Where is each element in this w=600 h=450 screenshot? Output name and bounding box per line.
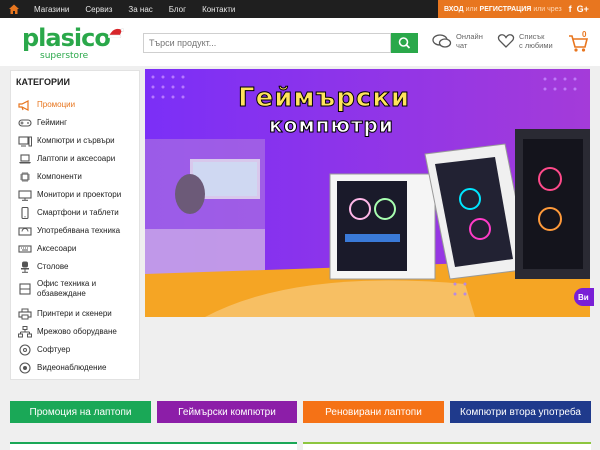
register-link[interactable]: РЕГИСТРАЦИЯ bbox=[480, 6, 532, 13]
sidebar-item-cctv[interactable]: Видеонаблюдение bbox=[17, 362, 106, 374]
top-nav: Магазини Сервиз За нас Блог Контакти bbox=[34, 0, 251, 18]
logo-main-text: plasico bbox=[22, 24, 111, 52]
online-chat[interactable]: Онлайн чат bbox=[432, 32, 483, 50]
nav-about[interactable]: За нас bbox=[128, 5, 152, 14]
sidebar-item-label: Компоненти bbox=[37, 172, 82, 181]
sidebar-item-label: Аксесоари bbox=[37, 244, 77, 253]
facebook-icon[interactable]: f bbox=[569, 4, 572, 14]
favorites-label-line2: с любими bbox=[519, 41, 553, 50]
promo-laptops-button[interactable]: Промоция на лаптопи bbox=[10, 401, 151, 423]
sidebar-item-used[interactable]: Употребявана техника bbox=[17, 225, 120, 237]
heart-icon bbox=[497, 34, 515, 48]
top-bar: Магазини Сервиз За нас Блог Контакти ВХО… bbox=[0, 0, 600, 18]
sidebar-item-printers[interactable]: Принтери и скенери bbox=[17, 308, 112, 320]
sidebar-item-label: Принтери и скенери bbox=[37, 309, 112, 318]
sidebar-item-gaming[interactable]: Гейминг bbox=[17, 117, 67, 129]
search-icon bbox=[398, 37, 411, 49]
content-card-right bbox=[303, 442, 591, 450]
desktop-icon bbox=[17, 135, 32, 147]
content-card-left bbox=[10, 442, 297, 450]
sidebar-item-network[interactable]: Мрежово оборудване bbox=[17, 326, 117, 338]
banner-title-line2: компютри bbox=[269, 113, 394, 138]
auth-bar: ВХОД или РЕГИСТРАЦИЯ или чрез f G+ bbox=[438, 0, 600, 18]
sidebar-item-label: Видеонаблюдение bbox=[37, 363, 107, 372]
chair-icon bbox=[17, 261, 32, 273]
smartphone-icon bbox=[17, 207, 32, 219]
sidebar-item-computers[interactable]: Компютри и сървъри bbox=[17, 135, 115, 147]
network-icon bbox=[17, 326, 32, 338]
banner-title-line1: Геймърски bbox=[237, 83, 411, 114]
category-sidebar: КАТЕГОРИИ Промоции Гейминг Компютри и съ… bbox=[10, 70, 140, 380]
gamepad-icon bbox=[17, 117, 32, 129]
sidebar-item-label: Офис техника и обзавеждане bbox=[37, 279, 97, 298]
banner-cta-button[interactable]: Ви bbox=[574, 288, 594, 306]
login-link[interactable]: ВХОД bbox=[444, 6, 464, 13]
promo-refurbished-laptops-button[interactable]: Реновирани лаптопи bbox=[303, 401, 444, 423]
header: plasico superstore Онлайн чат Списък с л bbox=[0, 18, 600, 66]
santa-hat-icon bbox=[108, 28, 124, 38]
auth-via-text: или чрез bbox=[533, 5, 562, 13]
keyboard-icon bbox=[17, 243, 32, 255]
favorites-label-line1: Списък bbox=[519, 32, 545, 41]
sidebar-item-label: Компютри и сървъри bbox=[37, 136, 115, 145]
sidebar-item-components[interactable]: Компоненти bbox=[17, 171, 82, 183]
sidebar-item-office[interactable]: Офис техника и обзавеждане bbox=[17, 279, 129, 299]
sidebar-item-label: Употребявана техника bbox=[37, 226, 121, 235]
nav-service[interactable]: Сервиз bbox=[85, 5, 112, 14]
printer-icon bbox=[17, 308, 32, 320]
site-logo[interactable]: plasico superstore bbox=[22, 24, 124, 64]
search-button[interactable] bbox=[391, 33, 418, 53]
sidebar-item-label: Лаптопи и аксесоари bbox=[37, 154, 116, 163]
megaphone-icon bbox=[17, 99, 32, 111]
chat-label-line2: чат bbox=[456, 41, 468, 50]
sidebar-item-label: Софтуер bbox=[37, 345, 71, 354]
google-plus-icon[interactable]: G+ bbox=[577, 4, 589, 14]
sidebar-item-label: Столове bbox=[37, 262, 69, 271]
nav-stores[interactable]: Магазини bbox=[34, 5, 69, 14]
sidebar-item-smartphones[interactable]: Смартфони и таблети bbox=[17, 207, 119, 219]
logo-sub-text: superstore bbox=[40, 51, 89, 61]
auth-or-text: или bbox=[465, 5, 478, 13]
sidebar-item-label: Монитори и проектори bbox=[37, 190, 122, 199]
sidebar-item-software[interactable]: Софтуер bbox=[17, 344, 70, 356]
sidebar-item-label: Промоции bbox=[37, 100, 76, 109]
home-icon[interactable] bbox=[7, 2, 21, 16]
nav-blog[interactable]: Блог bbox=[169, 5, 186, 14]
promo-gaming-pcs-button[interactable]: Геймърски компютри bbox=[157, 401, 297, 423]
hero-banner[interactable]: Геймърски компютри bbox=[145, 69, 590, 317]
sidebar-item-laptops[interactable]: Лаптопи и аксесоари bbox=[17, 153, 115, 165]
camera-icon bbox=[17, 362, 32, 374]
sidebar-item-label: Гейминг bbox=[37, 118, 68, 127]
recycle-icon bbox=[17, 225, 32, 237]
sidebar-item-promotions[interactable]: Промоции bbox=[17, 99, 75, 111]
sidebar-item-accessories[interactable]: Аксесоари bbox=[17, 243, 76, 255]
chat-label-line1: Онлайн bbox=[456, 32, 483, 41]
monitor-icon bbox=[17, 189, 32, 201]
laptop-icon bbox=[17, 153, 32, 165]
disc-icon bbox=[17, 344, 32, 356]
sidebar-item-chairs[interactable]: Столове bbox=[17, 261, 68, 273]
sidebar-item-label: Смартфони и таблети bbox=[37, 208, 119, 217]
search-input[interactable] bbox=[143, 33, 391, 53]
nav-contacts[interactable]: Контакти bbox=[202, 5, 235, 14]
favorites-list[interactable]: Списък с любими bbox=[497, 32, 553, 50]
chip-icon bbox=[17, 171, 32, 183]
sidebar-item-label: Мрежово оборудване bbox=[37, 327, 117, 336]
cart-count: 0 bbox=[582, 30, 587, 39]
office-icon bbox=[17, 283, 32, 295]
sidebar-title: КАТЕГОРИИ bbox=[16, 77, 70, 87]
sidebar-item-monitors[interactable]: Монитори и проектори bbox=[17, 189, 121, 201]
promo-used-computers-button[interactable]: Компютри втора употреба bbox=[450, 401, 591, 423]
chat-icon bbox=[432, 34, 452, 48]
